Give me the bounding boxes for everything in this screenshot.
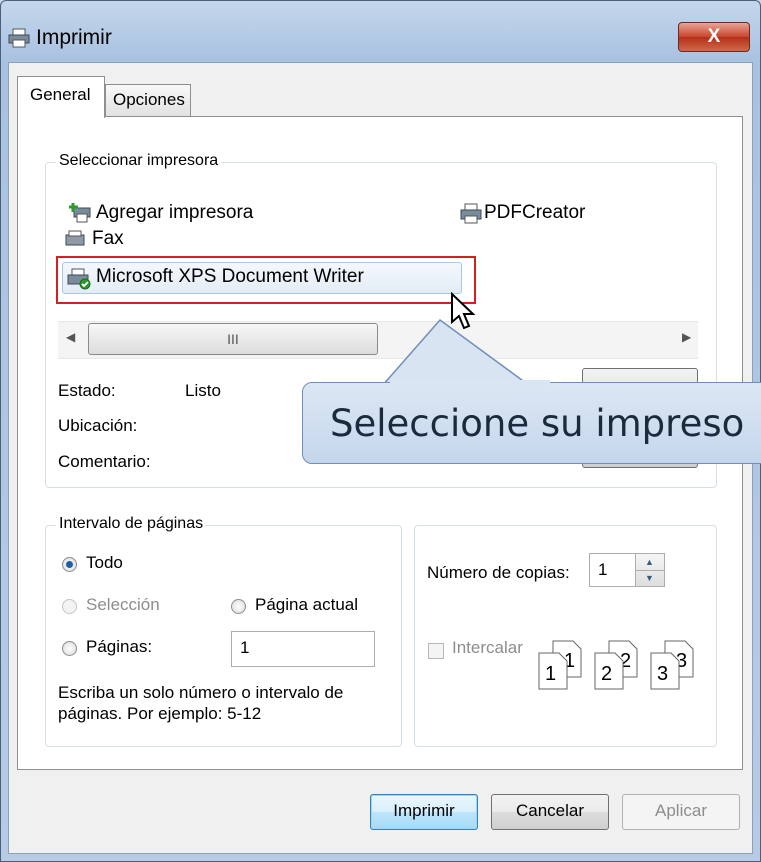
printer-group-label: Seleccionar impresora (56, 152, 222, 170)
pages-input[interactable]: 1 (231, 631, 375, 667)
printer-icon (8, 28, 30, 48)
selection-highlight-box (56, 256, 476, 304)
location-label: Ubicación: (58, 416, 138, 435)
spinner-down-icon[interactable]: ▼ (645, 573, 654, 583)
collate-checkbox (428, 643, 444, 659)
printer-icon (460, 203, 482, 224)
page-range-hint: Escriba un solo número o intervalo de pá… (58, 683, 344, 723)
status-label: Estado: (58, 381, 116, 400)
scroll-right-arrow-icon[interactable]: ▶ (682, 330, 691, 344)
radio-selection (62, 599, 77, 614)
printer-item-add[interactable]: Agregar impresora (96, 202, 253, 224)
copies-label: Número de copias: (427, 563, 570, 582)
radio-current-page-label[interactable]: Página actual (255, 595, 358, 615)
radio-pages[interactable] (62, 641, 77, 656)
window-title: Imprimir (36, 26, 112, 49)
spinner-divider (636, 570, 664, 571)
page-number: 2 (601, 663, 613, 685)
status-value: Listo (185, 381, 221, 400)
callout-text: Seleccione su impreso (330, 402, 745, 445)
cancel-button[interactable]: Cancelar (491, 794, 609, 830)
spinner-up-icon[interactable]: ▲ (645, 557, 654, 567)
printer-item-fax[interactable]: Fax (92, 228, 124, 250)
tab-general-label: General (30, 85, 91, 104)
scroll-left-arrow-icon[interactable]: ◀ (66, 330, 75, 344)
print-button[interactable]: Imprimir (370, 794, 478, 830)
tab-opciones[interactable]: Opciones (105, 84, 191, 116)
close-button[interactable]: X (678, 22, 750, 52)
collate-label: Intercalar (452, 638, 523, 657)
scroll-thumb-grip: III (227, 331, 239, 347)
tab-general[interactable]: General (17, 76, 105, 118)
radio-selection-label: Selección (86, 595, 160, 614)
collate-illustration: 1 1 2 2 3 3 (538, 640, 708, 690)
title-bar[interactable] (0, 8, 760, 60)
radio-current-page[interactable] (231, 599, 246, 614)
radio-all-label[interactable]: Todo (86, 553, 123, 573)
fax-icon (65, 230, 85, 246)
page-number: 3 (657, 663, 669, 685)
copies-input[interactable]: 1 (589, 553, 637, 587)
radio-all[interactable] (62, 557, 77, 572)
printer-item-pdfcreator[interactable]: PDFCreator (484, 202, 585, 224)
page-number: 1 (545, 663, 557, 685)
add-printer-icon (69, 203, 91, 223)
callout-join (390, 380, 550, 386)
scrollbar-thumb[interactable]: III (88, 323, 378, 355)
callout-pointer (380, 318, 533, 387)
copies-spinner[interactable]: ▲ ▼ (635, 553, 665, 587)
apply-button: Aplicar (622, 794, 740, 830)
comment-label: Comentario: (58, 452, 151, 471)
tab-opciones-label: Opciones (113, 90, 185, 109)
copies-group (414, 525, 717, 747)
page-range-group-label: Intervalo de páginas (56, 515, 207, 533)
radio-pages-label[interactable]: Páginas: (86, 637, 152, 657)
